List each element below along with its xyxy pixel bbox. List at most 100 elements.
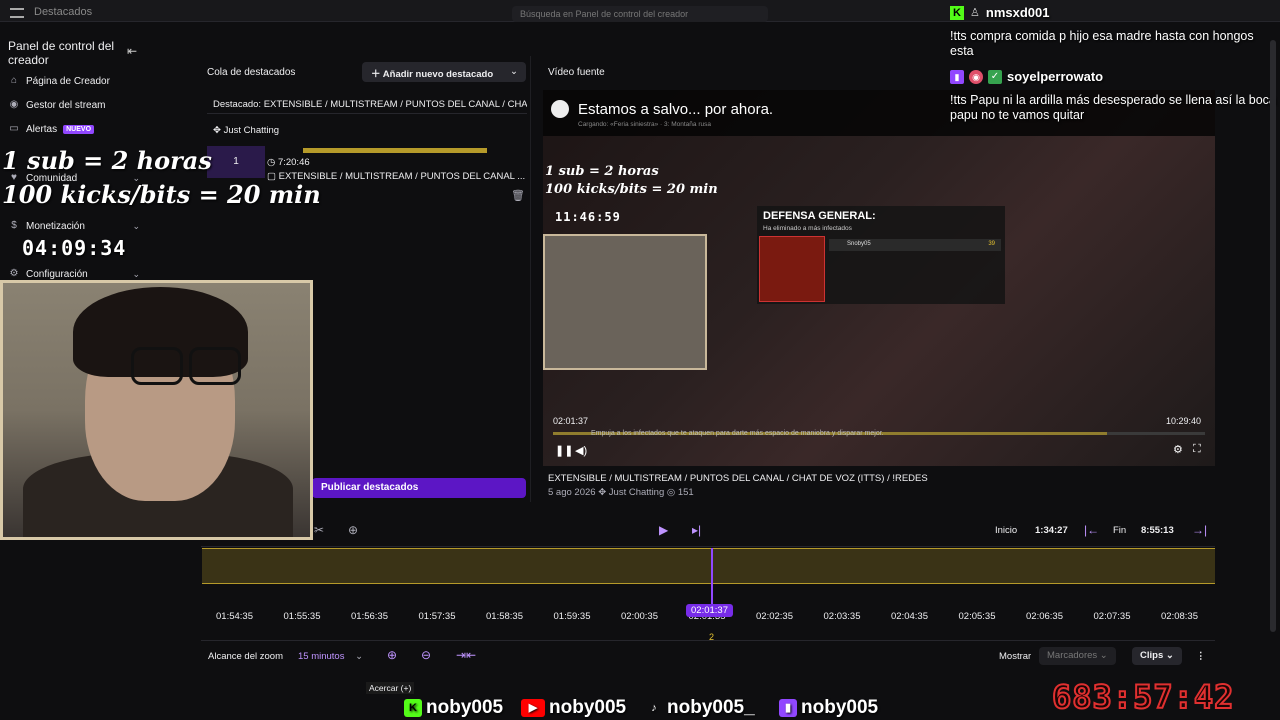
defense-image — [759, 236, 825, 302]
volume-icon[interactable]: ◀) — [575, 444, 587, 457]
overlay-kick-text: 100 kicks/bits = 20 min — [2, 180, 321, 209]
timeline-tick: 01:56:35 — [351, 611, 388, 622]
chat-message-2-header: ▮ ◉ ✓ soyelperrowato — [950, 69, 1103, 84]
scrollbar[interactable] — [1270, 40, 1276, 632]
gamepad-icon: ✥ — [598, 487, 607, 498]
twitch-icon: ▮ — [950, 69, 964, 84]
collapse-icon[interactable]: ⇤ — [127, 44, 137, 58]
publish-button[interactable]: Publicar destacados — [312, 478, 526, 498]
defense-panel: DEFENSA GENERAL: Ha eliminado a más infe… — [757, 206, 1005, 304]
glasses-icon — [189, 347, 241, 385]
timeline-tick: 02:02:35 — [756, 611, 793, 622]
chevron-down-icon: ⌄ — [355, 651, 364, 662]
zoom-select[interactable]: 15 minutos ⌄ — [298, 651, 363, 662]
end-label: Fin — [1113, 525, 1127, 536]
social-handle: nobу005 — [549, 697, 627, 718]
start-label: Inicio — [995, 525, 1018, 536]
markers-label: Marcadores — [1047, 650, 1098, 661]
play-icon[interactable]: ▶ — [659, 523, 668, 537]
timeline-tick: 01:59:35 — [553, 611, 591, 622]
video-title: EXTENSIBLE / MULTISTREAM / PUNTOS DEL CA… — [548, 473, 928, 484]
zoom-label: Alcance del zoom — [208, 651, 283, 662]
zoom-out-icon[interactable]: ⊖ — [421, 648, 431, 662]
playhead[interactable] — [711, 548, 713, 606]
set-end-icon[interactable]: →| — [1192, 523, 1207, 537]
video-player[interactable]: Estamos a salvo... por ahora. Cargando: … — [543, 90, 1215, 466]
timeline-tick: 01:54:35 — [216, 611, 253, 622]
sidebar-item-label: Alertas — [26, 123, 58, 135]
sidebar-item-label: Configuración — [26, 268, 88, 280]
sidebar-item-alerts[interactable]: ▭ Alertas NUEVO — [8, 121, 140, 137]
video-panel-title: Vídeo fuente — [548, 67, 605, 78]
clips-label: Clips — [1140, 650, 1164, 661]
video-overlay-kicks: 100 kicks/bits = 20 min — [545, 182, 718, 197]
category-field[interactable]: ✥ Just Chatting — [207, 122, 527, 140]
chat-username: soyelperrowato — [1007, 69, 1104, 84]
new-badge: NUEVO — [63, 124, 95, 134]
clip-number[interactable]: 1 — [207, 146, 265, 178]
sidebar-item-creator-page[interactable]: ⌂ Página de Creador — [8, 73, 140, 89]
timeline-tick: 02:06:35 — [1026, 611, 1063, 622]
pause-icon[interactable]: ❚❚ — [555, 444, 573, 457]
page-title: Destacados — [34, 6, 93, 18]
jump-end-icon[interactable]: ▸| — [692, 523, 701, 537]
sidebar-title: Panel de control del creador — [8, 39, 115, 67]
video-category: Just Chatting — [608, 487, 665, 498]
gear-icon[interactable]: ⚙ — [1173, 443, 1183, 456]
money-icon: $ — [11, 220, 17, 231]
social-handle: noby005 — [426, 697, 504, 718]
sidebar-item-stream-manager[interactable]: ◉ Gestor del stream — [8, 97, 140, 113]
chat-username: nmsxd001 — [985, 5, 1050, 20]
scissors-icon[interactable]: ✂ — [314, 523, 324, 537]
timeline-tick: 01:57:35 — [418, 611, 456, 622]
timeline-tick: 02:07:35 — [1093, 611, 1131, 622]
zoom-in-icon[interactable]: ⊕ — [387, 648, 397, 662]
timeline-track[interactable] — [202, 548, 1215, 584]
fit-icon[interactable]: ⇥⇤ — [456, 648, 476, 662]
sidebar-item-label: Gestor del stream — [26, 99, 106, 111]
captions: Empuja a los infectados que te ataquen p… — [591, 430, 884, 437]
overlay-timer: 04:09:34 — [22, 236, 127, 260]
avatar: ◉ — [969, 69, 983, 84]
add-circle-icon[interactable]: ⊕ — [348, 523, 358, 537]
gamepad-icon: ✥ — [213, 125, 224, 136]
video-webcam — [543, 234, 707, 370]
timeline-toolbar: ✂ ⊕ ▶ ▸| Inicio 1:34:27 |← Fin 8:55:13 →… — [201, 515, 1215, 547]
chevron-down-icon: ⌄ — [132, 268, 140, 279]
zoom-bar: Alcance del zoom 15 minutos ⌄ ⊕ ⊖ ⇥⇤ Mos… — [201, 640, 1215, 670]
overlay-sub-text: 1 sub = 2 horas — [2, 146, 212, 175]
start-value[interactable]: 1:34:27 — [1035, 525, 1068, 536]
clips-dropdown[interactable]: Clips ⌄ — [1132, 647, 1182, 665]
video-overlay-sub: 1 sub = 2 horas — [545, 164, 659, 179]
glasses-icon — [131, 347, 183, 385]
video-date: 5 ago 2026 — [548, 487, 596, 498]
markers-dropdown[interactable]: Marcadores ⌄ — [1039, 647, 1116, 665]
clip-duration-value: 7:20:46 — [277, 157, 310, 168]
end-time: 10:29:40 — [1166, 416, 1202, 426]
chat-message-1-header: K ♙ nmsxd001 — [950, 5, 1049, 20]
highlight-title-field[interactable]: Destacado: EXTENSIBLE / MULTISTREAM / PU… — [207, 96, 527, 114]
playhead-time-badge: 02:01:37 — [686, 604, 733, 617]
timer-icon — [551, 100, 569, 118]
kick-icon: K — [404, 699, 422, 717]
trash-icon[interactable]: 🗑 — [511, 189, 525, 202]
fullscreen-icon[interactable]: ⛶ — [1193, 443, 1201, 456]
defense-subtitle: Ha eliminado a más infectados — [763, 225, 852, 232]
more-options-icon[interactable]: ⋮ — [1196, 651, 1206, 662]
add-highlight-button[interactable]: ＋ Añadir nuevo destacado ⌄ — [362, 62, 526, 82]
defense-score: 39 — [988, 241, 995, 247]
user-icon: ♙ — [970, 7, 980, 19]
end-value[interactable]: 8:55:13 — [1141, 525, 1174, 536]
zoom-tooltip: Acercar (+) — [366, 682, 415, 694]
video-meta: 5 ago 2026 ✥ Just Chatting ◎ 151 — [548, 487, 694, 498]
menu-icon[interactable] — [10, 8, 24, 18]
clip-range-bar — [303, 148, 487, 153]
chevron-down-icon: ⌄ — [510, 66, 518, 77]
youtube-icon: ▶ — [521, 699, 545, 717]
search-input[interactable]: Búsqueda en Panel de control del creador — [512, 6, 768, 22]
social-twitch: ▮ noby005 — [779, 697, 878, 719]
verified-icon: ✓ — [988, 69, 1002, 84]
set-start-icon[interactable]: |← — [1084, 523, 1099, 537]
category-label: Just Chatting — [223, 125, 280, 136]
sidebar-item-monetization[interactable]: $ Monetización ⌄ — [8, 218, 140, 234]
